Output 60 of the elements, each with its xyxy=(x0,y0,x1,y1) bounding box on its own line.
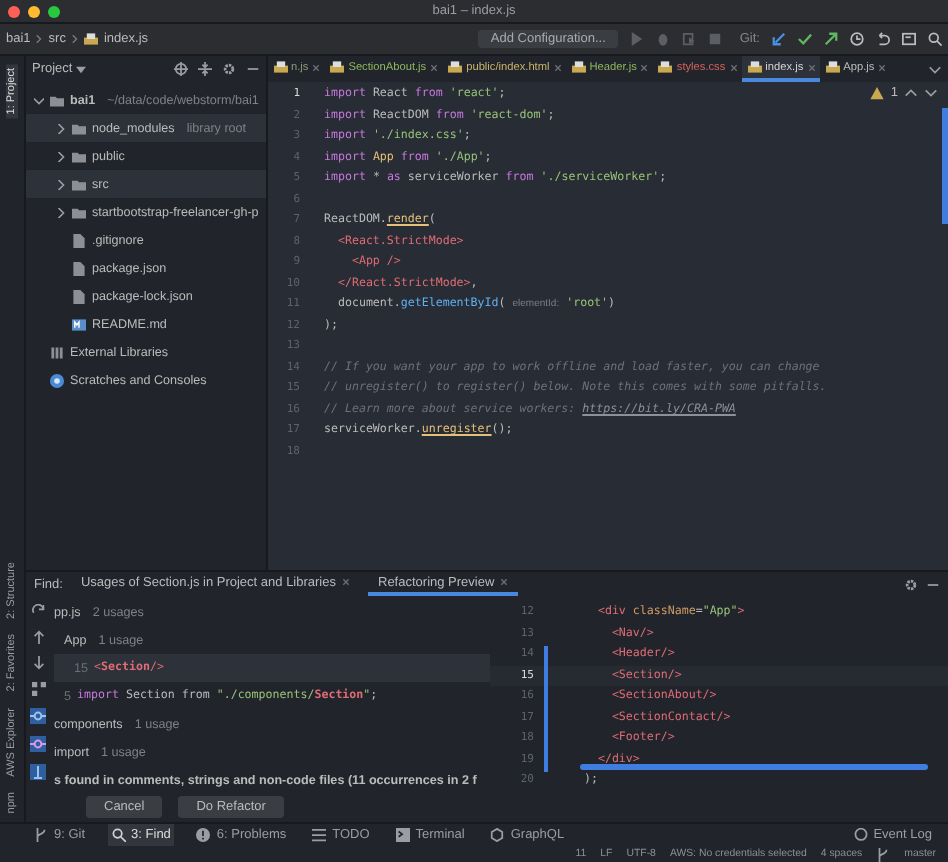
chevron-right-icon[interactable] xyxy=(56,151,66,161)
close-icon[interactable] xyxy=(640,63,649,71)
settings-icon[interactable] xyxy=(904,577,918,591)
file-icon xyxy=(448,60,463,74)
refresh-icon[interactable] xyxy=(31,604,45,618)
file-icon xyxy=(273,60,287,74)
scratch-icon xyxy=(50,373,64,387)
close-icon[interactable] xyxy=(553,63,562,71)
chevron-right-icon[interactable] xyxy=(56,179,66,189)
close-icon[interactable] xyxy=(878,63,887,71)
undo-icon[interactable] xyxy=(876,32,890,46)
change-marker xyxy=(544,646,548,772)
chevron-down-icon[interactable] xyxy=(34,95,44,105)
file-icon xyxy=(747,60,762,74)
collapse-icon[interactable] xyxy=(198,62,212,76)
push-arrow-icon[interactable] xyxy=(824,32,838,46)
list-icon xyxy=(312,828,327,842)
update-arrow-icon[interactable] xyxy=(772,32,786,46)
file-icon xyxy=(83,32,98,46)
file-icon xyxy=(330,60,345,74)
file-icon xyxy=(825,60,840,74)
close-icon[interactable] xyxy=(807,63,816,71)
search-icon xyxy=(111,828,126,842)
close-icon[interactable] xyxy=(342,578,350,586)
file-icon xyxy=(658,60,673,74)
scrollbar[interactable] xyxy=(580,764,928,770)
search-icon[interactable] xyxy=(928,32,942,46)
target-icon[interactable] xyxy=(174,62,188,76)
close-icon[interactable] xyxy=(430,63,439,71)
chevron-right-icon xyxy=(71,34,78,44)
scrollbar[interactable] xyxy=(942,108,948,224)
arrow-up-icon[interactable] xyxy=(31,630,45,644)
merge-icon[interactable] xyxy=(30,764,46,780)
node-icon[interactable] xyxy=(30,708,46,724)
warning-icon[interactable] xyxy=(870,86,885,100)
branch-icon xyxy=(34,828,48,842)
node-icon[interactable] xyxy=(30,736,46,752)
close-icon[interactable] xyxy=(312,63,321,71)
chevron-right-icon[interactable] xyxy=(56,207,66,217)
file-icon xyxy=(571,60,586,74)
chevron-right-icon[interactable] xyxy=(56,123,66,133)
group-icon[interactable] xyxy=(31,682,45,696)
minimize-icon[interactable] xyxy=(246,62,260,76)
branch-icon xyxy=(876,847,891,861)
markdown-file-icon xyxy=(72,317,86,331)
hexagon-icon xyxy=(490,828,505,842)
window-icon[interactable] xyxy=(902,32,916,46)
check-icon[interactable] xyxy=(798,32,812,46)
close-icon[interactable] xyxy=(500,578,509,586)
close-icon[interactable] xyxy=(729,63,738,71)
caret-icon xyxy=(76,65,87,73)
clock-icon[interactable] xyxy=(850,32,864,46)
minimize-button[interactable] xyxy=(28,5,40,17)
maximize-button[interactable] xyxy=(48,5,60,17)
settings-icon[interactable] xyxy=(222,62,236,76)
library-icon xyxy=(50,345,64,359)
chevron-right-icon xyxy=(36,34,43,44)
chevron-up-icon[interactable] xyxy=(904,86,918,100)
arrow-down-icon[interactable] xyxy=(31,656,45,670)
close-button[interactable] xyxy=(8,5,20,17)
